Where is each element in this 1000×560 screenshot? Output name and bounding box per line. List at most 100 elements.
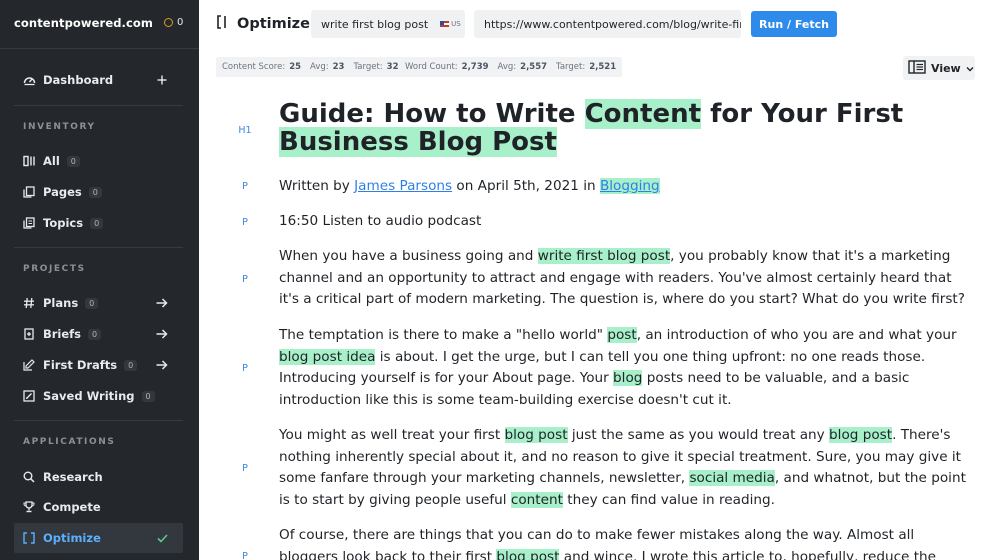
- keyword-highlight: post: [607, 327, 637, 343]
- text-run: on April 5th, 2021 in: [452, 178, 600, 194]
- sidebar-item-saved-writing[interactable]: Saved Writing 0: [14, 382, 183, 410]
- p-tag: P: [242, 363, 248, 374]
- sidebar-item-compete[interactable]: Compete: [14, 493, 183, 521]
- p-tag: P: [242, 217, 248, 228]
- section-label-projects: PROJECTS: [23, 264, 86, 274]
- draft-icon: [22, 358, 36, 372]
- content-avg-value: 23: [332, 62, 345, 72]
- audio-podcast-line[interactable]: 16:50 Listen to audio podcast: [279, 211, 969, 233]
- sidebar-item-all[interactable]: All 0: [14, 147, 183, 175]
- sidebar-item-label: Plans: [43, 296, 79, 310]
- p-tag: P: [242, 274, 248, 285]
- content-avg-label: Avg:: [310, 62, 329, 72]
- content-target-value: 32: [386, 62, 399, 72]
- word-avg-value: 2,557: [520, 62, 548, 72]
- sidebar-item-optimize[interactable]: Optimize: [14, 523, 183, 553]
- count-badge: 0: [90, 217, 104, 229]
- sidebar-item-label: Briefs: [43, 327, 82, 341]
- sidebar-item-topics[interactable]: Topics 0: [14, 209, 183, 237]
- sidebar-item-label: Topics: [43, 216, 84, 230]
- count-badge: 0: [88, 328, 102, 340]
- url-value: https://www.contentpowered.com/blog/writ…: [484, 17, 741, 31]
- count-badge: 0: [88, 186, 102, 198]
- divider: [0, 48, 199, 49]
- word-count-label: Word Count:: [405, 62, 458, 72]
- keyword-highlight: social media: [689, 470, 775, 486]
- sidebar-item-briefs[interactable]: Briefs 0: [14, 320, 183, 348]
- text-run: When you have a business going and: [279, 248, 538, 264]
- content-score-chip: Content Score: 25 Avg: 23 Target: 32: [216, 57, 405, 77]
- arrow-right-icon[interactable]: [155, 296, 169, 310]
- text-run: You might as well treat your first: [279, 427, 505, 443]
- sidebar: contentpowered.com 0 Dashboard INVENTORY…: [0, 0, 199, 560]
- text-run: they can find value in reading.: [562, 491, 775, 508]
- divider: [14, 105, 183, 106]
- paragraph-3[interactable]: You might as well treat your first blog …: [279, 425, 969, 511]
- divider: [14, 247, 183, 248]
- run-fetch-button[interactable]: Run / Fetch: [751, 11, 837, 37]
- content-score-value: 25: [289, 62, 302, 72]
- article-byline[interactable]: Written by James Parsons on April 5th, 2…: [279, 176, 969, 198]
- count-badge: 0: [141, 390, 155, 402]
- word-avg-label: Avg:: [497, 62, 517, 72]
- keyword-input[interactable]: write first blog post US: [311, 10, 465, 38]
- paragraph-4[interactable]: Of course, there are things that you can…: [279, 525, 969, 560]
- section-label-applications: APPLICATIONS: [23, 437, 116, 447]
- keyword-highlight: write first blog post: [537, 248, 671, 264]
- us-flag-icon: [440, 21, 450, 27]
- sidebar-item-label: Optimize: [43, 531, 101, 545]
- keyword-highlight: blog post idea: [279, 348, 376, 365]
- locale-code: US: [451, 20, 461, 28]
- credits-value: 0: [177, 17, 184, 28]
- paragraph-2[interactable]: The temptation is there to make a "hello…: [279, 325, 969, 411]
- url-input[interactable]: https://www.contentpowered.com/blog/writ…: [474, 10, 741, 38]
- optimize-icon: [22, 531, 36, 545]
- sidebar-item-pages[interactable]: Pages 0: [14, 178, 183, 206]
- section-label-inventory: INVENTORY: [23, 122, 96, 132]
- sidebar-item-research[interactable]: Research: [14, 463, 183, 491]
- p-tag: P: [242, 551, 248, 560]
- locale-selector[interactable]: US: [440, 20, 461, 28]
- columns-icon: [22, 154, 36, 168]
- p-tag: P: [242, 181, 248, 192]
- word-target-value: 2,521: [589, 62, 617, 72]
- search-icon: [22, 470, 36, 484]
- content-target-label: Target:: [353, 62, 383, 72]
- word-count-value: 2,739: [461, 62, 489, 72]
- keyword-highlight: Content: [584, 99, 702, 129]
- text-run: Guide: How to Write: [279, 99, 585, 129]
- text-link[interactable]: James Parsons: [354, 178, 452, 194]
- sidebar-item-first-drafts[interactable]: First Drafts 0: [14, 351, 183, 379]
- sidebar-item-dashboard[interactable]: Dashboard: [14, 66, 183, 94]
- count-badge: 0: [85, 297, 99, 309]
- keyword-highlight: blog: [613, 370, 643, 386]
- keyword-highlight: Business Blog Post: [279, 127, 557, 157]
- dashboard-icon: [22, 73, 36, 87]
- keyword-value: write first blog post: [321, 17, 429, 31]
- content-score-label: Content Score:: [222, 62, 286, 72]
- sidebar-item-label: First Drafts: [43, 358, 118, 372]
- chevron-down-icon: [966, 62, 974, 75]
- text-run: , an introduction of who you are and wha…: [636, 327, 957, 343]
- credits-counter[interactable]: 0: [164, 17, 183, 28]
- saved-writing-icon: [22, 389, 36, 403]
- sidebar-item-label: Compete: [43, 500, 101, 514]
- paragraph-1[interactable]: When you have a business going and write…: [279, 246, 969, 311]
- brief-icon: [22, 327, 36, 341]
- text-run: The temptation is there to make a "hello…: [279, 327, 608, 343]
- text-run: Written by: [279, 178, 355, 194]
- page-title: Optimize: [217, 15, 310, 33]
- trophy-icon: [22, 500, 36, 514]
- arrow-right-icon[interactable]: [155, 358, 169, 372]
- sidebar-item-plans[interactable]: Plans 0: [14, 289, 183, 317]
- check-icon: [155, 531, 169, 545]
- view-button[interactable]: View: [903, 56, 975, 80]
- text-link[interactable]: Blogging: [599, 178, 660, 194]
- coin-icon: [164, 18, 173, 27]
- optimize-icon: [217, 15, 229, 33]
- arrow-right-icon[interactable]: [155, 327, 169, 341]
- sidebar-item-label: All: [43, 154, 60, 168]
- sidebar-item-label: Pages: [43, 185, 82, 199]
- plus-icon[interactable]: [155, 73, 169, 87]
- article-heading[interactable]: Guide: How to Write Content for Your Fir…: [279, 99, 969, 157]
